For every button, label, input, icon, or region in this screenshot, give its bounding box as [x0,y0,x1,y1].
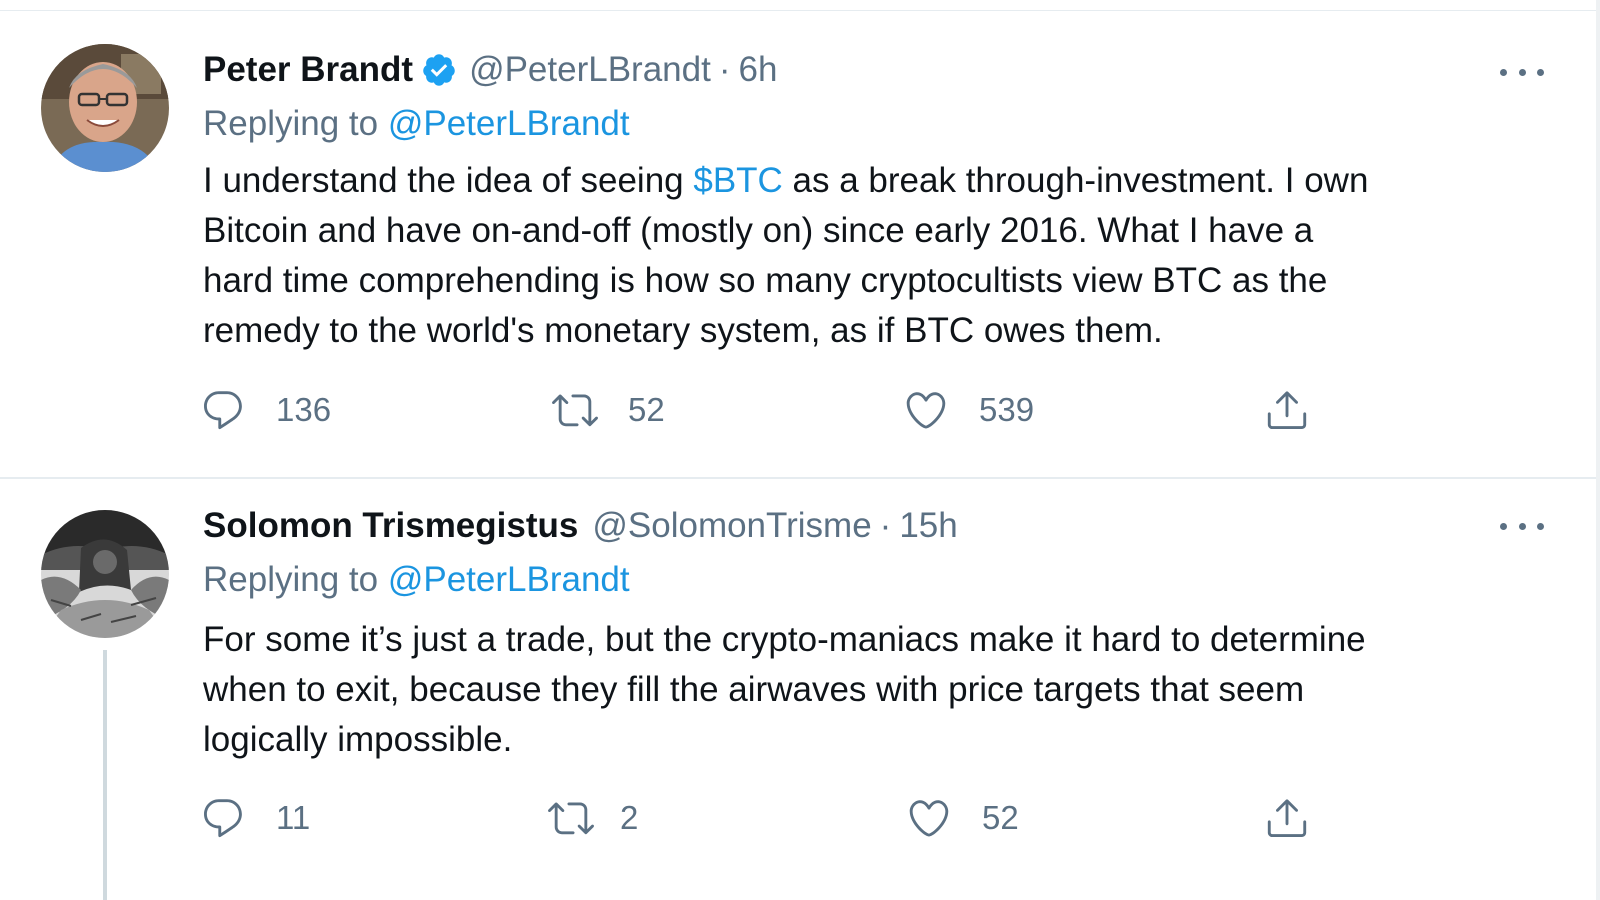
tweet-divider [0,477,1600,479]
avatar[interactable] [41,44,169,172]
replying-to: Replying to @PeterLBrandt [203,560,630,600]
separator-dot: · [879,506,892,545]
tweet-text-line: I understand the idea of seeing $BTC as … [203,156,1543,206]
verified-badge-icon [421,52,457,88]
tweet-text-line: when to exit, because they fill the airw… [203,670,1305,709]
tweet-actions: 11 2 52 [200,793,1350,843]
more-icon[interactable] [1500,516,1544,536]
scrollbar-track[interactable] [1596,0,1600,900]
tweet-text-line: For some it’s just a trade, but the cryp… [203,620,1366,659]
timeline: Peter Brandt @PeterLBrandt · 6h Replying… [0,0,1600,900]
avatar-photo [41,510,169,638]
reply-icon [204,391,242,430]
retweet-icon [552,394,598,427]
retweet-button[interactable]: 52 [552,385,665,435]
heart-icon [906,392,946,429]
retweet-count: 2 [620,799,639,836]
cashtag-link[interactable]: $BTC [693,161,782,200]
tweet[interactable]: Solomon Trismegistus @SolomonTrisme · 15… [0,480,1596,900]
avatar-photo [41,44,169,172]
replying-prefix: Replying to [203,104,379,143]
tweet-header: Solomon Trismegistus @SolomonTrisme · 15… [203,502,958,550]
user-handle[interactable]: @PeterLBrandt [469,50,711,90]
share-button[interactable] [1264,385,1310,435]
timestamp[interactable]: 15h [899,506,957,546]
retweet-icon [548,802,594,835]
tweet-text: For some it’s just a trade, but the cryp… [203,615,1543,765]
reply-icon [204,799,242,838]
replying-prefix: Replying to [203,560,379,599]
tweet-text-line: hard time comprehending is how so many c… [203,261,1328,300]
tweet-header: Peter Brandt @PeterLBrandt · 6h [203,46,777,94]
display-name[interactable]: Peter Brandt [203,50,413,90]
share-icon [1267,391,1307,430]
heart-icon [909,800,949,837]
top-divider [0,10,1600,11]
like-count: 539 [979,391,1035,428]
tweet-text-line: remedy to the world's monetary system, a… [203,311,1163,350]
tweet-text-line: logically impossible. [203,720,513,759]
tweet-text-line: Bitcoin and have on-and-off (mostly on) … [203,211,1314,250]
separator-dot: · [718,50,731,89]
like-count: 52 [982,799,1019,836]
user-handle[interactable]: @SolomonTrisme [592,506,871,546]
tweet-actions: 136 52 539 [200,385,1350,435]
tweet-text-segment: as a break through-investment. I own [782,161,1369,200]
reply-count: 136 [276,391,332,428]
replying-mention-link[interactable]: @PeterLBrandt [388,560,630,599]
display-name[interactable]: Solomon Trismegistus [203,506,578,546]
retweet-count: 52 [628,391,665,428]
thread-line [103,650,107,900]
avatar[interactable] [41,510,169,638]
share-button[interactable] [1264,793,1310,843]
tweet[interactable]: Peter Brandt @PeterLBrandt · 6h Replying… [0,12,1596,478]
retweet-button[interactable]: 2 [548,793,638,843]
tweet-text: I understand the idea of seeing $BTC as … [203,156,1543,356]
replying-to: Replying to @PeterLBrandt [203,104,630,144]
timestamp[interactable]: 6h [739,50,778,90]
more-icon[interactable] [1500,62,1544,82]
like-button[interactable]: 52 [906,793,1019,843]
tweet-text-segment: I understand the idea of seeing [203,161,694,200]
share-icon [1267,799,1307,838]
like-button[interactable]: 539 [903,385,1034,435]
reply-button[interactable]: 11 [200,793,310,843]
reply-button[interactable]: 136 [200,385,331,435]
replying-mention-link[interactable]: @PeterLBrandt [388,104,630,143]
reply-count: 11 [276,799,311,836]
